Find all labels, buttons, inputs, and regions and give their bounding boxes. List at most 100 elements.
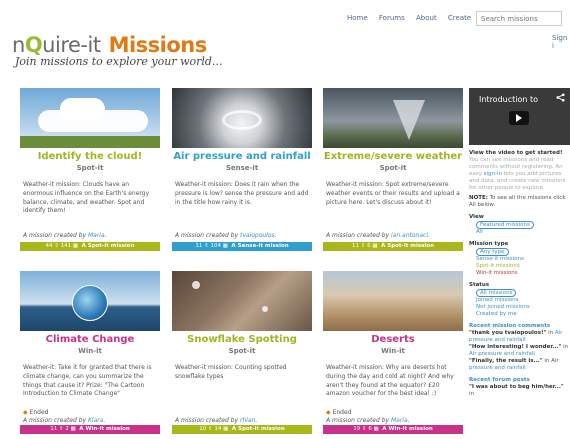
mission-author-line: A mission created by rhian. <box>175 417 258 424</box>
filter-all-missions[interactable]: All <box>469 229 570 236</box>
posts-count: 6 <box>368 426 372 432</box>
signin-inline-link[interactable]: sign-in <box>484 171 502 177</box>
posts-icon: ▦ <box>373 426 379 432</box>
filter-any-type[interactable]: Any type <box>476 248 509 256</box>
recent-comment[interactable]: "thank you tvaiopoulos!" in Air pressure… <box>469 330 570 344</box>
mission-ended-status: ◆ Ended <box>326 409 352 416</box>
posts-icon: ▦ <box>72 243 79 249</box>
nav-about-link[interactable]: About <box>416 14 437 22</box>
play-icon[interactable] <box>509 111 529 125</box>
mission-author-line: A mission created by Maria. <box>326 417 410 424</box>
mission-description: Weather-it: Take it for granted that the… <box>23 364 152 398</box>
mission-title[interactable]: Deserts <box>323 334 463 345</box>
author-link[interactable]: Maria <box>391 417 408 424</box>
storm-image[interactable] <box>172 88 312 148</box>
logo-prefix: nQuire-it <box>12 33 101 57</box>
desert-image[interactable] <box>323 271 463 331</box>
filter-sense-it[interactable]: Sense-it missions <box>469 256 570 263</box>
posts-icon: ▦ <box>222 243 228 249</box>
mission-description: Weather-it mission: Why are deserts hot … <box>326 364 454 398</box>
intro-video[interactable]: Introduction to <box>469 88 570 145</box>
author-link[interactable]: Klara <box>88 417 103 424</box>
ended-icon: ◆ <box>23 409 28 416</box>
nav-forums-link[interactable]: Forums <box>379 14 405 22</box>
posts-icon: ▦ <box>70 426 76 432</box>
author-link[interactable]: Maria <box>88 232 105 239</box>
mission-type: Spot-it <box>228 347 256 355</box>
nav-create-link[interactable]: Create <box>448 14 471 22</box>
likes-icon: ⇧ <box>361 426 367 432</box>
page-tagline: Join missions to explore your world... <box>15 55 223 68</box>
top-navigation: Home Forums About Create <box>347 14 480 22</box>
mission-card[interactable]: Extreme/severe weather Spot-it Weather-i… <box>323 88 463 251</box>
tornado-image[interactable] <box>323 88 463 148</box>
filter-win-it[interactable]: Win-it missions <box>469 270 570 277</box>
mission-author-line: A mission created by tvaiopoulos. <box>175 232 277 239</box>
mission-author-line: A mission created by Maria. <box>23 232 107 239</box>
posts-icon: ▦ <box>223 426 229 432</box>
mission-type: Win-it <box>381 347 405 355</box>
earth-image[interactable] <box>20 271 160 331</box>
author-link[interactable]: tvaiopoulos <box>240 232 275 239</box>
search-input[interactable] <box>476 11 562 26</box>
mission-title[interactable]: Climate Change <box>20 334 160 345</box>
status-heading: Status <box>469 282 490 288</box>
mission-type: Spot-it <box>379 164 407 172</box>
mission-type: Spot-it <box>76 164 104 172</box>
nav-home-link[interactable]: Home <box>347 14 368 22</box>
get-started-heading: View the video to get started! <box>469 150 563 156</box>
mission-title[interactable]: Snowflake Spotting <box>172 334 312 345</box>
mission-title[interactable]: Identify the cloud! <box>20 151 160 162</box>
mission-card[interactable]: Climate Change Win-it Weather-it: Take i… <box>20 271 160 434</box>
filter-not-joined[interactable]: Not joined missions <box>469 304 570 311</box>
posts-count: 2 <box>65 426 69 432</box>
mission-description: Weather-it mission: Clouds have an enorm… <box>23 181 150 215</box>
mission-stats-bar: 10 ⇧ 14 ▦ A Spot-it mission <box>172 425 312 434</box>
posts-count: 6 <box>367 243 371 249</box>
author-link[interactable]: rhian <box>240 417 255 424</box>
posts-count: 14 <box>214 426 222 432</box>
recent-comments-heading[interactable]: Recent mission comments <box>469 323 570 330</box>
mission-type: Win-it <box>78 347 102 355</box>
signin-link[interactable]: Sign i <box>552 34 570 50</box>
recent-forum-heading[interactable]: Recent forum posts <box>469 377 570 384</box>
mission-card[interactable]: Identify the cloud! Spot-it Weather-it m… <box>20 88 160 251</box>
likes-count: 11 <box>50 426 58 432</box>
video-title: Introduction to <box>479 95 539 104</box>
mission-description: Weather-it mission: Counting spotted sno… <box>175 364 287 380</box>
posts-count: 141 <box>60 243 72 249</box>
mission-card[interactable]: Deserts Win-it Weather-it mission: Why a… <box>323 271 463 434</box>
recent-comment[interactable]: "How interesting! I wonder..." in Air pr… <box>469 344 570 358</box>
mission-stats-bar: 44 ⇧ 141 ▦ A Spot-it mission <box>20 242 160 251</box>
site-logo[interactable]: nQuire-it Missions <box>12 33 207 57</box>
filter-joined[interactable]: Joined missions <box>469 297 570 304</box>
cloud-image[interactable] <box>20 88 160 148</box>
posts-count: 104 <box>210 243 221 249</box>
snowflake-image[interactable] <box>172 271 312 331</box>
intro-text: You can see missions and read comments w… <box>469 157 566 191</box>
filter-featured-missions[interactable]: Featured missions <box>476 221 534 229</box>
likes-icon: ⇧ <box>54 243 59 249</box>
filter-all-status[interactable]: All missions <box>476 289 517 297</box>
filter-created-by-me[interactable]: Created by me <box>469 311 570 318</box>
mission-title[interactable]: Air pressure and rainfall <box>172 151 312 162</box>
mission-stats-bar: 19 ⇧ 6 ▦ A Win-it mission <box>323 425 463 434</box>
likes-count: 11 <box>195 243 203 249</box>
mission-type-label: A Spot-it mission <box>81 243 135 249</box>
mission-title[interactable]: Extreme/severe weather <box>323 151 463 162</box>
mission-author-line: A mission created by ian.antonaci. <box>326 232 430 239</box>
mission-type-label: A Win-it mission <box>382 426 433 432</box>
missions-page: Home Forums About Create Sign i nQuire-i… <box>0 0 570 439</box>
recent-forum-post[interactable]: "I was about to beg him/her..." in <box>469 384 570 398</box>
mission-author-line: A mission created by Klara. <box>23 417 106 424</box>
likes-icon: ⇧ <box>58 426 64 432</box>
likes-icon: ⇧ <box>208 426 213 432</box>
likes-icon: ⇧ <box>360 243 366 249</box>
mission-card[interactable]: Snowflake Spotting Spot-it Weather-it mi… <box>172 271 312 434</box>
mission-card[interactable]: Air pressure and rainfall Sense-it Weath… <box>172 88 312 251</box>
author-link[interactable]: ian.antonaci <box>391 232 428 239</box>
recent-comment[interactable]: "Finally, the result is..." in Air press… <box>469 358 570 372</box>
filter-spot-it[interactable]: Spot-it missions <box>469 263 570 270</box>
mission-type-label: A Win-it mission <box>79 426 130 432</box>
share-icon[interactable] <box>556 93 565 102</box>
